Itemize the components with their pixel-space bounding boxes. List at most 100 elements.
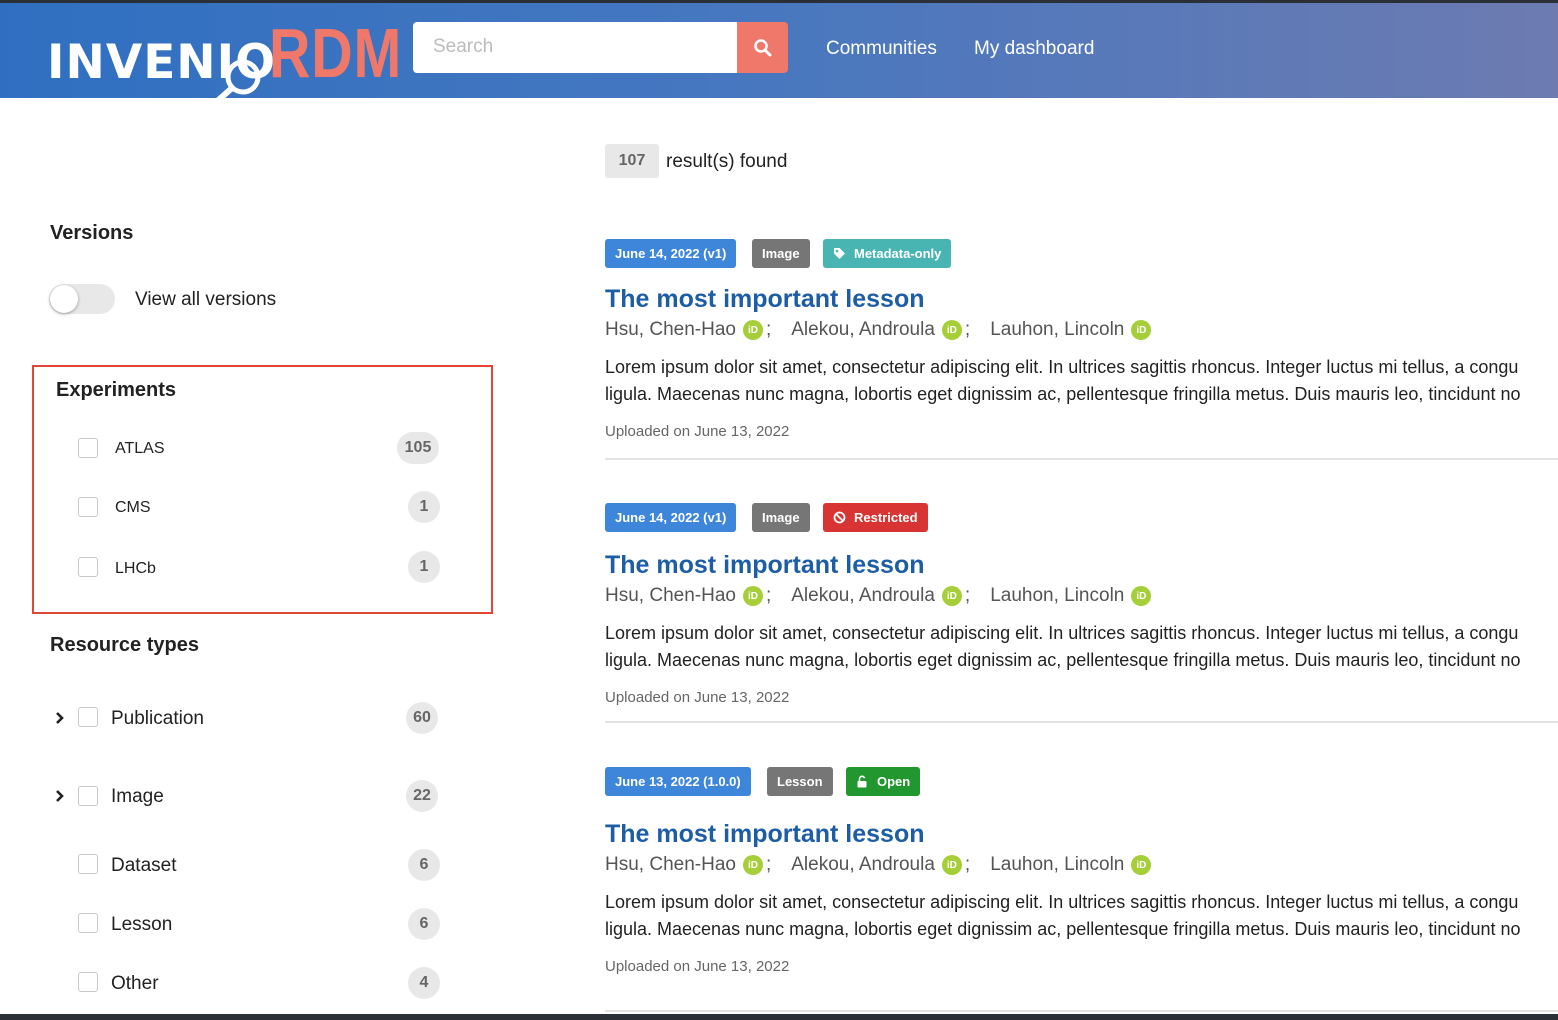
creator-name[interactable]: Lauhon, Lincoln <box>990 585 1124 607</box>
orcid-icon[interactable]: iD <box>941 855 962 875</box>
view-all-versions-toggle[interactable] <box>49 284 115 314</box>
checkbox-lesson[interactable] <box>78 913 98 933</box>
facet-label-atlas[interactable]: ATLAS <box>115 440 165 458</box>
orcid-icon[interactable]: iD <box>742 586 763 606</box>
ban-icon <box>833 511 846 524</box>
record-title-link[interactable]: The most important lesson <box>605 285 924 314</box>
creator-separator: ; <box>964 585 971 606</box>
description-line: ligula. Maecenas nunc magna, lobortis eg… <box>605 919 1521 939</box>
nav-communities[interactable]: Communities <box>826 38 937 60</box>
checkbox-publication[interactable] <box>78 707 98 727</box>
creator-name[interactable]: Lauhon, Lincoln <box>990 319 1124 341</box>
description-line: Lorem ipsum dolor sit amet, consectetur … <box>605 892 1519 912</box>
result-divider <box>605 1010 1558 1012</box>
record-title-link[interactable]: The most important lesson <box>605 820 924 849</box>
record-uploaded-date: Uploaded on June 13, 2022 <box>605 423 790 440</box>
record-date-label: June 13, 2022 (1.0.0) <box>605 767 751 796</box>
orcid-icon[interactable]: iD <box>1131 855 1152 875</box>
search-icon <box>753 38 771 56</box>
record-creators: Hsu, Chen-Hao iD; Alekou, Androula iD; Lau… <box>605 319 1152 341</box>
facet-label-publication[interactable]: Publication <box>111 708 204 730</box>
toggle-knob <box>50 285 78 313</box>
record-creators: Hsu, Chen-Hao iD; Alekou, Androula iD; Lau… <box>605 585 1152 607</box>
facet-title-versions: Versions <box>50 222 134 244</box>
orcid-icon[interactable]: iD <box>1131 320 1152 340</box>
record-description: Lorem ipsum dolor sit amet, consectetur … <box>605 889 1558 943</box>
record-access-label: Metadata-only <box>823 239 952 268</box>
checkbox-image[interactable] <box>78 786 98 806</box>
record-title-link[interactable]: The most important lesson <box>605 551 924 580</box>
facet-label-cms[interactable]: CMS <box>115 499 151 517</box>
facet-label-lhcb[interactable]: LHCb <box>115 560 156 578</box>
creator-name[interactable]: Lauhon, Lincoln <box>990 854 1124 876</box>
creator-name[interactable]: Alekou, Androula <box>791 854 935 876</box>
invenio-rdm-logo[interactable]: INVENIO RDM <box>47 14 401 107</box>
facet-count-dataset: 6 <box>408 849 440 881</box>
description-line: Lorem ipsum dolor sit amet, consectetur … <box>605 623 1519 643</box>
record-access-label: Open <box>846 767 921 796</box>
window-frame-bottom <box>0 1014 1558 1020</box>
facet-count-publication: 60 <box>406 702 438 734</box>
orcid-icon[interactable]: iD <box>941 320 962 340</box>
creator-separator: ; <box>765 585 772 606</box>
description-line: ligula. Maecenas nunc magna, lobortis eg… <box>605 384 1521 404</box>
tag-icon <box>833 247 846 260</box>
checkbox-cms[interactable] <box>78 497 98 517</box>
creator-name[interactable]: Alekou, Androula <box>791 319 935 341</box>
chevron-right-icon[interactable] <box>53 711 67 725</box>
orcid-icon[interactable]: iD <box>1131 586 1152 606</box>
creator-name[interactable]: Hsu, Chen-Hao <box>605 585 736 607</box>
creator-separator: ; <box>765 319 772 340</box>
facet-title-resource-types: Resource types <box>50 634 199 656</box>
facet-label-dataset[interactable]: Dataset <box>111 855 176 877</box>
facet-label-image[interactable]: Image <box>111 786 164 808</box>
nav-my-dashboard[interactable]: My dashboard <box>974 38 1094 60</box>
creator-separator: ; <box>964 854 971 875</box>
search-button[interactable] <box>737 22 788 73</box>
search-input[interactable] <box>413 22 733 71</box>
record-description: Lorem ipsum dolor sit amet, consectetur … <box>605 620 1558 674</box>
orcid-icon[interactable]: iD <box>742 855 763 875</box>
record-access-text: Metadata-only <box>854 246 942 261</box>
result-divider <box>605 721 1558 723</box>
record-access-label: Restricted <box>823 503 928 532</box>
record-uploaded-date: Uploaded on June 13, 2022 <box>605 689 790 706</box>
result-count-label: result(s) found <box>666 151 788 172</box>
creator-name[interactable]: Hsu, Chen-Hao <box>605 319 736 341</box>
creator-separator: ; <box>765 854 772 875</box>
logo-text-accent: RDM <box>269 14 403 92</box>
checkbox-lhcb[interactable] <box>78 557 98 577</box>
view-all-versions-label[interactable]: View all versions <box>135 289 276 311</box>
record-type-label: Image <box>752 503 810 532</box>
record-date-label: June 14, 2022 (v1) <box>605 239 737 268</box>
result-count-badge: 107 <box>605 144 659 178</box>
facet-count-lhcb: 1 <box>408 551 440 583</box>
creator-name[interactable]: Hsu, Chen-Hao <box>605 854 736 876</box>
magnifier-logo-icon <box>211 59 261 107</box>
record-uploaded-date: Uploaded on June 13, 2022 <box>605 958 790 975</box>
record-creators: Hsu, Chen-Hao iD; Alekou, Androula iD; Lau… <box>605 854 1152 876</box>
facet-count-cms: 1 <box>408 491 440 523</box>
facet-count-image: 22 <box>406 780 438 812</box>
checkbox-dataset[interactable] <box>78 854 98 874</box>
facet-label-other[interactable]: Other <box>111 973 159 995</box>
orcid-icon[interactable]: iD <box>941 586 962 606</box>
facet-count-atlas: 105 <box>397 432 439 464</box>
creator-name[interactable]: Alekou, Androula <box>791 585 935 607</box>
orcid-icon[interactable]: iD <box>742 320 763 340</box>
creator-separator: ; <box>964 319 971 340</box>
record-description: Lorem ipsum dolor sit amet, consectetur … <box>605 354 1558 408</box>
record-date-label: June 14, 2022 (v1) <box>605 503 737 532</box>
checkbox-other[interactable] <box>78 972 98 992</box>
facet-count-other: 4 <box>408 967 440 999</box>
top-navbar: INVENIO RDM Communities My dashboard <box>0 3 1558 107</box>
unlock-icon <box>856 775 869 788</box>
checkbox-atlas[interactable] <box>78 438 98 458</box>
chevron-right-icon[interactable] <box>53 789 67 803</box>
facet-label-lesson[interactable]: Lesson <box>111 914 172 936</box>
description-line: Lorem ipsum dolor sit amet, consectetur … <box>605 357 1519 377</box>
record-type-label: Lesson <box>767 767 833 796</box>
record-access-text: Restricted <box>854 510 918 525</box>
search-box <box>413 22 738 73</box>
facet-count-lesson: 6 <box>408 908 440 940</box>
